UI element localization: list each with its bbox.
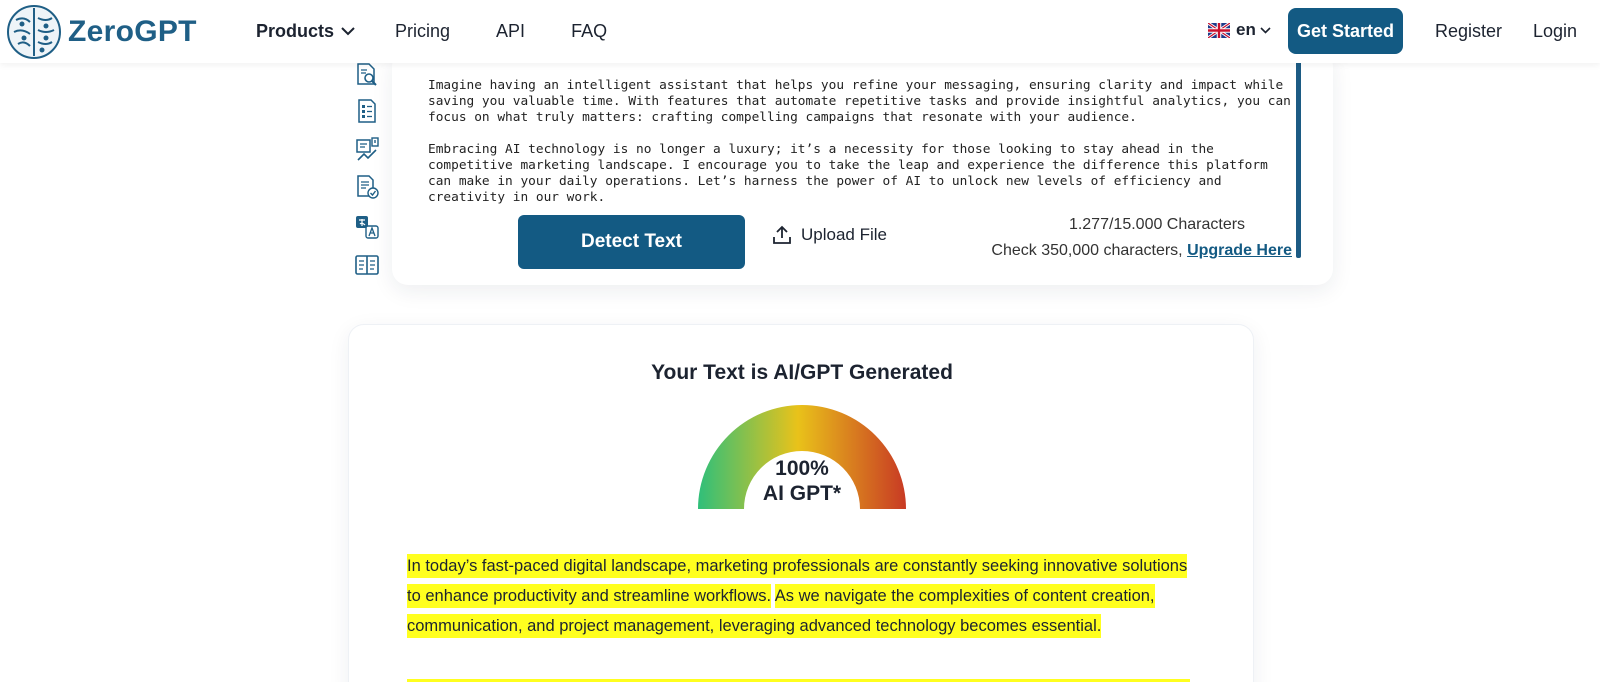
language-selector[interactable]: en	[1208, 20, 1271, 40]
login-link[interactable]: Login	[1533, 21, 1577, 42]
compare-icon[interactable]	[354, 252, 380, 278]
result-card: Your Text is AI/GPT Generated 100% AI GP…	[348, 324, 1254, 682]
checklist-document-icon[interactable]	[354, 98, 380, 124]
nav-pricing[interactable]: Pricing	[395, 21, 450, 42]
ai-detector-icon[interactable]	[354, 136, 380, 162]
character-count: 1.277/15.000 Characters	[1068, 216, 1246, 233]
nav-api[interactable]: API	[496, 21, 525, 42]
logo[interactable]: ZeroGPT	[6, 4, 197, 60]
document-check-icon[interactable]	[354, 174, 380, 200]
register-link[interactable]: Register	[1435, 21, 1502, 42]
upload-icon	[773, 225, 791, 244]
document-search-icon[interactable]	[354, 62, 380, 88]
logo-text: ZeroGPT	[68, 15, 197, 48]
tool-rail	[348, 60, 386, 292]
upload-file-label: Upload File	[801, 225, 887, 244]
editor-paragraph: Embracing AI technology is no longer a l…	[428, 142, 1268, 205]
language-code: en	[1236, 20, 1256, 39]
uk-flag-icon	[1208, 22, 1230, 38]
upgrade-here-link[interactable]: Upgrade Here	[1187, 242, 1292, 259]
result-title: Your Text is AI/GPT Generated	[651, 361, 953, 384]
translate-icon[interactable]	[354, 214, 380, 240]
upgrade-line: Check 350,000 characters, Upgrade Here	[988, 242, 1292, 260]
detect-text-button[interactable]: Detect Text	[518, 215, 745, 269]
gauge-label: AI GPT*	[762, 482, 842, 505]
nav-faq[interactable]: FAQ	[571, 21, 607, 42]
text-input-card: Imagine having an intelligent assistant …	[392, 50, 1333, 285]
chevron-down-icon	[1260, 26, 1271, 34]
editor-paragraph: Imagine having an intelligent assistant …	[428, 78, 1291, 125]
main-nav: Products Pricing API FAQ	[256, 0, 653, 63]
get-started-button[interactable]: Get Started	[1288, 8, 1403, 54]
top-navbar: ZeroGPT Products Pricing API FAQ en Get …	[0, 0, 1600, 63]
upload-file-button[interactable]: Upload File	[772, 225, 887, 245]
nav-products-label: Products	[256, 21, 335, 41]
gauge-percentage: 100%	[775, 457, 829, 480]
brain-logo-icon	[7, 5, 61, 59]
upgrade-prefix: Check 350,000 characters,	[991, 242, 1188, 259]
nav-products[interactable]: Products	[256, 21, 355, 42]
highlighted-result-text: In today’s fast-paced digital landscape,…	[407, 551, 1197, 641]
editor-scrollbar[interactable]	[1296, 58, 1301, 258]
chevron-down-icon	[341, 27, 355, 36]
